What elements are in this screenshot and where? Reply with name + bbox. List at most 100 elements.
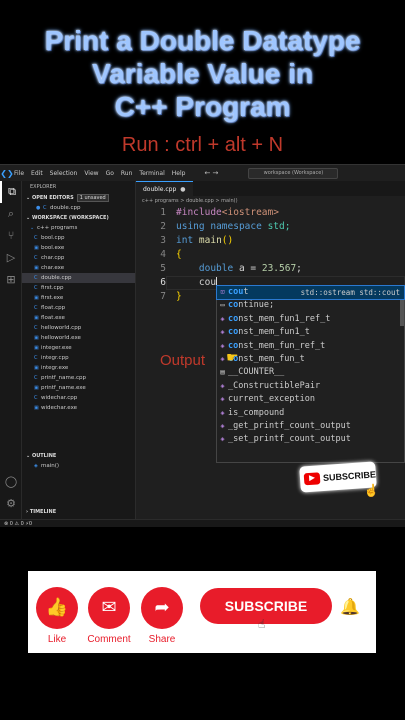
menu-terminal[interactable]: Terminal (139, 170, 164, 177)
file-item[interactable]: ▣ float.exe (22, 313, 135, 323)
function-icon: ◈ (220, 421, 225, 430)
code-line: 4{ (136, 248, 405, 262)
tab-double-cpp[interactable]: double.cpp ● (136, 181, 193, 196)
run-debug-icon[interactable]: ▷ (0, 247, 22, 269)
timeline-label: TIMELINE (29, 509, 57, 515)
folder-item[interactable]: ⌄ c++ programs (22, 223, 135, 233)
explorer-heading: EXPLORER (30, 184, 57, 190)
cpp-file-icon: C (34, 355, 38, 361)
autocomplete-suggestions: ⊡ cout std::ostream std::cout ▭ continue; ◈ co… (216, 284, 405, 463)
share-arrow-icon: ➦ (154, 597, 170, 618)
timeline-section[interactable]: › TIMELINE (22, 507, 136, 517)
outline-header[interactable]: ⌄ OUTLINE (22, 451, 136, 461)
file-item[interactable]: ▣ integr.exe (22, 363, 135, 373)
menu-go[interactable]: Go (106, 170, 114, 177)
suggestion-item[interactable]: ◈ const_mem_fun1_t (217, 326, 404, 339)
bell-icon[interactable]: 🔔 (340, 597, 360, 617)
file-item[interactable]: Cwidechar.cpp (22, 393, 135, 403)
file-item[interactable]: ▣ first.exe (22, 293, 135, 303)
comment-button[interactable]: ✉ (88, 587, 130, 629)
suggestion-item[interactable]: ▭ continue; (217, 299, 404, 312)
suggestion-item[interactable]: ◈ current_exception (217, 393, 404, 406)
open-editor-item[interactable]: ● Cdouble.cpp (22, 203, 135, 213)
file-item[interactable]: ▣ widechar.exe (22, 403, 135, 413)
file-item[interactable]: ▣ printf_name.exe (22, 383, 135, 393)
suggestion-match: co (228, 313, 239, 324)
suggestion-label: _set_printf_count_output (228, 434, 351, 445)
share-button[interactable]: ➦ (141, 587, 183, 629)
suggestion-match: co (228, 327, 239, 338)
title-line-3: C++ Program (114, 91, 291, 122)
account-icon[interactable]: ◯ (0, 471, 22, 493)
activity-bar: ⧉ ⌕ ⑂ ▷ ⊞ ◯ ⚙ (0, 181, 22, 519)
code-token: int (176, 235, 194, 246)
workspace-section[interactable]: ⌄ WORKSPACE (WORKSPACE) (22, 213, 135, 223)
pointer-hand-icon: ☛ (226, 350, 239, 366)
explorer-icon[interactable]: ⧉ (0, 181, 22, 203)
exe-file-icon: ▣ (34, 405, 39, 411)
suggestion-item[interactable]: ◈ _set_printf_count_output (217, 433, 404, 446)
thumbs-up-icon: 👍 (45, 597, 69, 618)
open-editors-section[interactable]: ⌄ OPEN EDITORS 1 unsaved (22, 193, 135, 203)
status-bar[interactable]: ⊗ 0 ⚠ 0 ⚡0 (0, 519, 405, 527)
command-center-search[interactable]: workspace (Workspace) (248, 167, 339, 179)
exe-file-icon: ▣ (34, 315, 39, 321)
suggestion-item[interactable]: ◈ const_mem_fun_t (217, 353, 404, 366)
source-control-icon[interactable]: ⑂ (0, 225, 22, 247)
subscribe-badge[interactable]: ▶ SUBSCRIBE ☝ (299, 461, 380, 498)
nav-arrows-icon[interactable]: ← → (204, 169, 218, 177)
file-item[interactable]: Cintegr.cpp (22, 353, 135, 363)
suggestion-label: ntinue; (238, 300, 275, 311)
title-line-1: Print a Double Datatype (44, 25, 361, 56)
menu-run[interactable]: Run (121, 170, 133, 177)
file-item[interactable]: ▣ char.exe (22, 263, 135, 273)
class-icon: ◈ (220, 408, 225, 417)
suggestion-item[interactable]: ◈ is_compound (217, 407, 404, 420)
workspace-label: WORKSPACE (WORKSPACE) (31, 215, 109, 221)
suggestion-label: nst_mem_fun1_ref_t (238, 313, 331, 324)
gear-icon[interactable]: ⚙ (0, 493, 22, 515)
file-label: widechar.exe (41, 405, 78, 411)
file-label: first.cpp (41, 285, 64, 291)
subscribe-button[interactable]: SUBSCRIBE (200, 588, 332, 624)
file-item[interactable]: Chelloworld.cpp (22, 323, 135, 333)
search-icon[interactable]: ⌕ (0, 203, 22, 225)
suggestion-label: t (243, 287, 249, 297)
line-number: 4 (160, 249, 166, 260)
file-item[interactable]: ▣ helloworld.exe (22, 333, 135, 343)
breadcrumb[interactable]: c++ programs > double.cpp > main() (136, 196, 405, 206)
file-item[interactable]: ▣ integer.exe (22, 343, 135, 353)
menu-help[interactable]: Help (172, 170, 186, 177)
line-number: 7 (160, 291, 166, 302)
extensions-icon[interactable]: ⊞ (0, 269, 22, 291)
unsaved-dot-icon[interactable]: ● (180, 186, 185, 193)
menu-view[interactable]: View (84, 170, 98, 177)
folder-label: c++ programs (37, 225, 78, 231)
file-label: integr.exe (41, 365, 69, 371)
suggestion-match: cou (228, 287, 244, 297)
menu-file[interactable]: File (14, 170, 24, 177)
code-token: a = (238, 263, 262, 274)
menu-selection[interactable]: Selection (50, 170, 78, 177)
suggestion-item[interactable]: ⊡ cout std::ostream std::cout (216, 284, 405, 301)
outline-item[interactable]: ◈ main() (22, 461, 136, 471)
suggestion-item[interactable]: ◈ const_mem_fun_ref_t (217, 340, 404, 353)
suggestion-item[interactable]: ◈ _get_printf_count_output (217, 420, 404, 433)
cpp-file-icon: C (34, 305, 38, 311)
suggestion-item[interactable]: ◈ _ConstructiblePair (217, 380, 404, 393)
file-item[interactable]: Cfloat.cpp (22, 303, 135, 313)
file-item[interactable]: Cfirst.cpp (22, 283, 135, 293)
file-item[interactable]: Cbool.cpp (22, 233, 135, 243)
suggestion-item[interactable]: ◈ const_mem_fun1_ref_t (217, 313, 404, 326)
file-item[interactable]: ▣ bool.exe (22, 243, 135, 253)
file-label: integer.exe (41, 345, 72, 351)
file-item[interactable]: Cprintf_name.cpp (22, 373, 135, 383)
file-item[interactable]: Cdouble.cpp (22, 273, 135, 283)
suggestion-match: co (228, 300, 239, 311)
like-button[interactable]: 👍 (36, 587, 78, 629)
suggestion-label: __COUNTER__ (228, 367, 285, 378)
menu-edit[interactable]: Edit (31, 170, 43, 177)
code-token: () (221, 235, 234, 246)
file-item[interactable]: Cchar.cpp (22, 253, 135, 263)
suggestion-item[interactable]: ▤ __COUNTER__ (217, 366, 404, 379)
